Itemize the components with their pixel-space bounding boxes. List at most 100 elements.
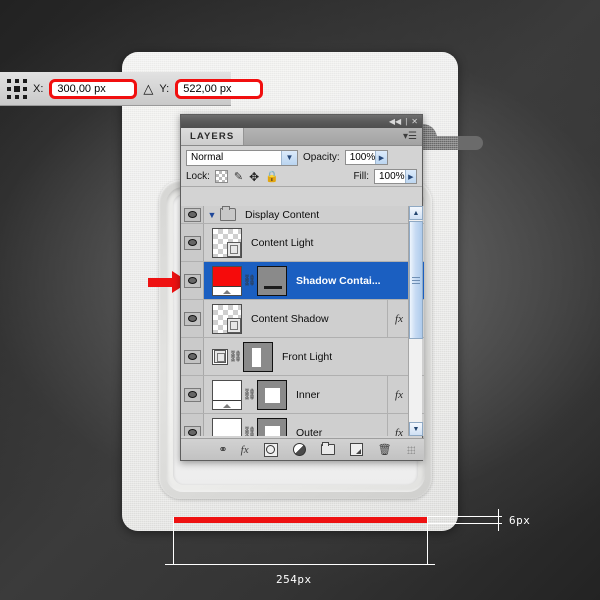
guide-vertical-left [173, 517, 174, 565]
fill-label: Fill: [353, 171, 369, 182]
layer-name: Inner [296, 388, 320, 401]
opacity-label: Opacity: [303, 152, 340, 163]
guide-horizontal-width [165, 564, 435, 565]
link-layers-icon[interactable]: ⚭ [218, 443, 227, 456]
eye-icon[interactable] [183, 387, 201, 402]
table-row[interactable]: ⛓ Front Light [181, 338, 424, 376]
layer-name: Display Content [245, 208, 320, 221]
visibility-toggle[interactable] [181, 262, 204, 299]
x-coordinate-field[interactable] [49, 78, 138, 99]
fill-field[interactable]: 100% ▶ [374, 169, 417, 184]
layer-name: Shadow Contai... [296, 274, 381, 287]
lock-icon-group: ✎ ✥ 🔒 [214, 170, 279, 184]
adjustment-layer-icon[interactable] [292, 443, 306, 456]
link-icon[interactable]: ⛓ [243, 273, 257, 288]
table-row[interactable]: ▼ Display Content [181, 206, 424, 224]
eye-icon[interactable] [183, 311, 201, 326]
new-layer-icon[interactable] [349, 443, 363, 456]
layer-style-fx-icon[interactable]: fx [241, 444, 249, 456]
mask-square [265, 425, 280, 436]
collapse-icon[interactable]: ◀◀ [389, 117, 401, 126]
chevron-down-icon[interactable]: ▼ [207, 210, 217, 220]
mask-rect [252, 347, 261, 367]
layer-thumbnail[interactable] [212, 379, 242, 410]
lock-position-icon[interactable]: ✥ [249, 170, 259, 184]
visibility-toggle[interactable] [181, 414, 204, 436]
layer-mask-thumbnail[interactable] [257, 379, 287, 410]
layer-fx-icon[interactable]: fx [387, 376, 410, 413]
layer-thumbnail[interactable] [212, 348, 228, 365]
layer-list[interactable]: ▼ Display Content Content Light ⛓ Shadow… [181, 206, 424, 436]
red-measure-bar [173, 517, 427, 523]
guide-height-top [427, 516, 502, 517]
width-measure-label: 254px [276, 573, 312, 586]
eye-icon[interactable] [183, 425, 201, 436]
table-row[interactable]: Content Shadow fx ▾ [181, 300, 424, 338]
link-icon[interactable]: ⛓ [243, 425, 257, 436]
layer-mask-thumbnail[interactable] [257, 417, 287, 436]
visibility-toggle[interactable] [181, 338, 204, 375]
lock-all-icon[interactable]: 🔒 [265, 170, 279, 183]
opacity-value: 100% [349, 152, 376, 163]
add-layer-mask-icon[interactable] [263, 442, 278, 457]
close-icon[interactable]: ✕ [411, 117, 418, 126]
opacity-field[interactable]: 100% ▶ [344, 150, 388, 165]
guide-height-bottom [427, 523, 502, 524]
tab-layers-label: LAYERS [190, 131, 235, 142]
y-coordinate-input[interactable] [180, 82, 259, 95]
layer-mask-thumbnail[interactable] [257, 265, 287, 296]
new-group-icon[interactable] [320, 442, 335, 455]
layer-name: Content Shadow [251, 312, 329, 325]
panel-menu-icon[interactable]: ▾☰ [403, 128, 422, 145]
table-row[interactable]: ⛓ Shadow Contai... [181, 262, 424, 300]
layer-mask-thumbnail[interactable] [243, 341, 273, 372]
y-coordinate-field[interactable] [175, 78, 264, 99]
lock-image-icon[interactable]: ✎ [234, 170, 243, 183]
eye-icon[interactable] [183, 273, 201, 288]
blend-mode-value: Normal [191, 152, 224, 163]
visibility-toggle[interactable] [181, 224, 204, 261]
lock-row: Lock: ✎ ✥ 🔒 Fill: 100% ▶ [181, 167, 422, 187]
scroll-up-button[interactable]: ▲ [409, 206, 423, 220]
table-row[interactable]: ⛓ Outer fx ▾ [181, 414, 424, 436]
layer-name: Outer [296, 426, 323, 437]
resize-grip-icon[interactable] [406, 445, 415, 454]
layer-thumbnail[interactable] [212, 417, 242, 436]
visibility-toggle[interactable] [181, 376, 204, 413]
layer-thumbnail[interactable] [212, 303, 242, 334]
folder-icon [220, 206, 236, 221]
blend-mode-select[interactable]: Normal ▼ [186, 149, 298, 166]
layers-panel-bottom-toolbar: ⚭ fx 🗑 [181, 438, 424, 460]
smart-object-badge-icon [214, 349, 226, 363]
eye-icon[interactable] [183, 349, 201, 364]
layer-fx-icon[interactable]: fx [387, 300, 410, 337]
layers-panel: ◀◀ | ✕ LAYERS ▾☰ Normal ▼ Opacity: 100% … [180, 114, 424, 461]
table-row[interactable]: Content Light [181, 224, 424, 262]
panel-titlebar: ◀◀ | ✕ [181, 115, 422, 128]
visibility-toggle[interactable] [181, 300, 204, 337]
layer-list-scrollbar[interactable]: ▲ ▼ [408, 206, 423, 436]
x-coordinate-input[interactable] [54, 82, 133, 95]
chevron-down-icon[interactable]: ▼ [281, 150, 297, 165]
eye-icon[interactable] [183, 207, 201, 222]
lock-label: Lock: [186, 171, 210, 182]
reference-point-grid-icon[interactable] [7, 78, 27, 99]
layer-thumbnail[interactable] [212, 265, 242, 296]
thumbnail-red-fill [213, 266, 241, 288]
scroll-down-button[interactable]: ▼ [409, 422, 423, 436]
mask-bar [264, 285, 282, 289]
eye-icon[interactable] [183, 235, 201, 250]
table-row[interactable]: ⛓ Inner fx ▾ [181, 376, 424, 414]
lock-transparency-icon[interactable] [214, 170, 228, 183]
link-icon[interactable]: ⛓ [243, 387, 257, 402]
visibility-toggle[interactable] [181, 206, 204, 223]
link-icon[interactable]: ⛓ [229, 349, 243, 364]
layer-thumbnail[interactable] [212, 227, 242, 258]
delete-layer-icon[interactable]: 🗑 [378, 443, 392, 456]
tab-layers[interactable]: LAYERS [181, 128, 245, 145]
fill-chevron-icon[interactable]: ▶ [404, 170, 416, 183]
layer-fx-icon[interactable]: fx [387, 414, 410, 436]
scrollbar-thumb[interactable] [409, 221, 423, 339]
scrollbar-grip [412, 276, 420, 285]
opacity-chevron-icon[interactable]: ▶ [375, 151, 387, 164]
